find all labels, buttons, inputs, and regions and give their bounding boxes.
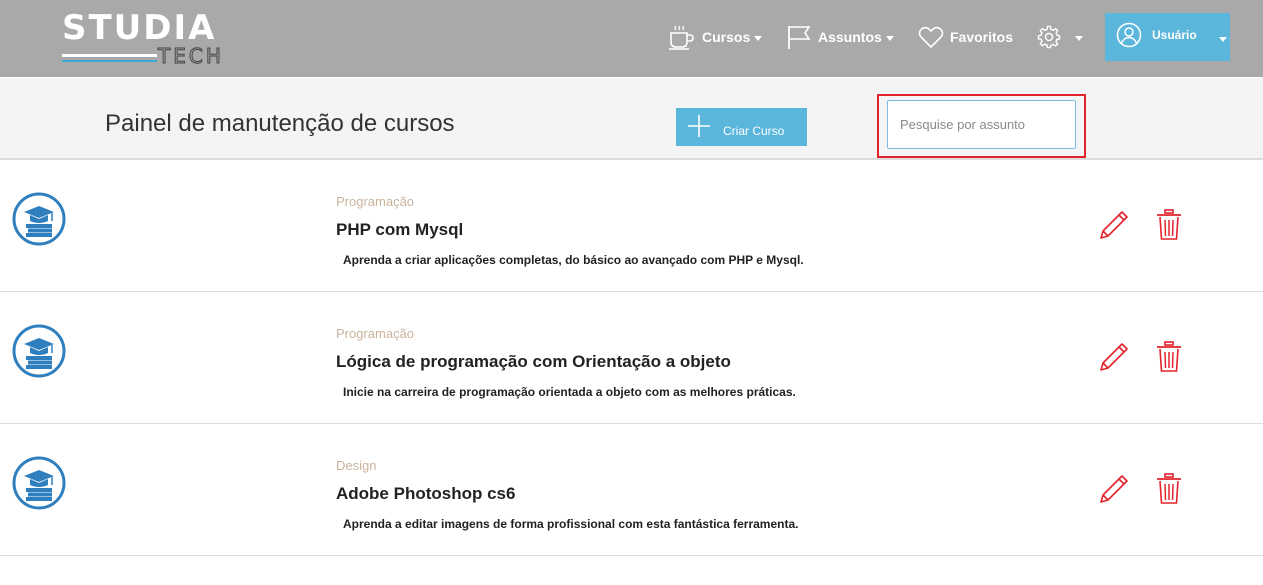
course-description: Aprenda a editar imagens de forma profis…: [343, 517, 799, 531]
settings-menu[interactable]: [1037, 24, 1083, 50]
course-category: Programação: [336, 326, 415, 341]
course-row: Design Adobe Photoshop cs6 Aprenda a edi…: [0, 424, 1263, 556]
logo-text-main: STUDIA: [62, 8, 217, 48]
chevron-down-icon: [1075, 35, 1083, 41]
nav-cursos-menu[interactable]: Cursos: [668, 24, 763, 50]
trash-icon: [1157, 473, 1181, 504]
course-row: Programação Lógica de programação com Or…: [0, 292, 1263, 424]
course-title: Lógica de programação com Orientação a o…: [336, 352, 731, 371]
pencil-icon: [1100, 475, 1128, 503]
delete-course-button[interactable]: [1155, 340, 1183, 374]
course-category: Design: [336, 458, 377, 473]
pencil-icon: [1100, 211, 1128, 239]
logo-underline-accent: [62, 60, 157, 62]
create-course-label: Criar Curso: [723, 124, 785, 138]
logo-text-sub: TECH: [158, 44, 224, 69]
chevron-down-icon: [754, 35, 763, 41]
studia-tech-logo[interactable]: STUDIA TECH: [60, 8, 230, 70]
graduation-cap-books-icon: [12, 192, 66, 246]
user-menu-label: Usuário: [1152, 28, 1197, 42]
course-row: Programação PHP com Mysql Aprenda a cria…: [0, 160, 1263, 292]
create-course-button[interactable]: Criar Curso: [676, 108, 807, 146]
logo-underline: [62, 54, 157, 57]
user-avatar-icon: [1116, 22, 1142, 53]
heart-icon: [918, 25, 944, 49]
user-menu-button[interactable]: Usuário: [1105, 13, 1230, 61]
graduation-cap-books-icon: [12, 324, 66, 378]
subject-search-input[interactable]: [887, 100, 1076, 149]
delete-course-button[interactable]: [1155, 208, 1183, 242]
page-title: Painel de manutenção de cursos: [105, 110, 455, 137]
course-description: Inicie na carreira de programação orient…: [343, 385, 796, 399]
nav-favoritos-label: Favoritos: [950, 29, 1014, 45]
trash-icon: [1157, 209, 1181, 240]
nav-cursos-label: Cursos: [702, 29, 751, 45]
chevron-down-icon: [885, 35, 894, 41]
course-list: Programação PHP com Mysql Aprenda a cria…: [0, 160, 1263, 556]
course-title: PHP com Mysql: [336, 220, 464, 239]
edit-course-button[interactable]: [1097, 340, 1131, 374]
course-description: Aprenda a criar aplicações completas, do…: [343, 253, 804, 267]
course-panel-toolbar: Painel de manutenção de cursos Criar Cur…: [0, 78, 1263, 160]
top-navbar: STUDIA TECH Cursos Assuntos Favoritos Us…: [0, 0, 1263, 77]
delete-course-button[interactable]: [1155, 472, 1183, 506]
gear-icon: [1037, 25, 1061, 49]
graduation-cap-books-icon: [12, 456, 66, 510]
nav-favoritos-link[interactable]: Favoritos: [918, 24, 1013, 50]
pencil-icon: [1100, 343, 1128, 371]
trash-icon: [1157, 341, 1181, 372]
edit-course-button[interactable]: [1097, 472, 1131, 506]
nav-assuntos-label: Assuntos: [818, 29, 882, 45]
edit-course-button[interactable]: [1097, 208, 1131, 242]
flag-icon: [786, 24, 812, 50]
course-title: Adobe Photoshop cs6: [336, 484, 516, 503]
chevron-down-icon: [1219, 37, 1227, 42]
course-category: Programação: [336, 194, 415, 209]
plus-icon: [687, 114, 711, 141]
nav-assuntos-menu[interactable]: Assuntos: [786, 24, 894, 50]
coffee-cup-icon: [668, 24, 696, 50]
